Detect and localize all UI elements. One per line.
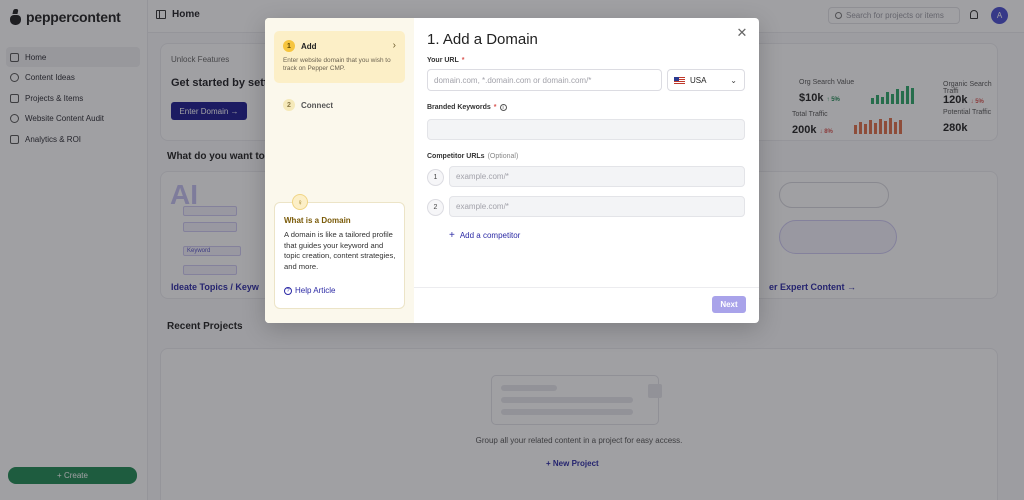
step-connect[interactable]: 2 Connect <box>274 90 405 111</box>
chevron-right-icon: › <box>392 40 396 51</box>
add-domain-modal: 1 Add › Enter website domain that you wi… <box>265 18 759 323</box>
add-domain-form: 1. Add a Domain ✕ Your URL * domain.com, … <box>414 18 759 323</box>
branded-keywords-label: Branded Keywords * i <box>427 104 507 111</box>
step-name: Connect <box>301 101 333 110</box>
competitor-number: 2 <box>427 199 444 216</box>
modal-title: 1. Add a Domain <box>427 31 538 48</box>
close-icon[interactable]: ✕ <box>735 25 749 40</box>
country-value: USA <box>690 75 707 85</box>
help-article-label: Help Article <box>295 286 336 295</box>
info-icon[interactable]: i <box>499 104 507 111</box>
lightbulb-icon: ♀ <box>292 194 308 210</box>
competitor-url-input[interactable]: example.com/* <box>449 166 745 187</box>
url-placeholder: domain.com, *.domain.com or domain.com/* <box>434 75 592 85</box>
competitor-url-input[interactable]: example.com/* <box>449 196 745 217</box>
info-title: What is a Domain <box>284 216 351 225</box>
add-competitor-button[interactable]: + Add a competitor <box>449 230 520 241</box>
help-circle-icon: ? <box>284 286 292 295</box>
url-input[interactable]: domain.com, *.domain.com or domain.com/* <box>427 69 662 91</box>
step-number: 2 <box>283 99 295 111</box>
step-name: Add <box>301 42 317 51</box>
step-add[interactable]: 1 Add › Enter website domain that you wi… <box>274 31 405 83</box>
help-article-link[interactable]: ? Help Article <box>284 286 335 295</box>
chevron-down-icon: ⌄ <box>730 76 737 85</box>
modal-footer-divider <box>414 287 759 288</box>
competitor-number: 1 <box>427 169 444 186</box>
us-flag-icon <box>674 76 685 84</box>
competitor-placeholder: example.com/* <box>456 172 509 181</box>
competitor-placeholder: example.com/* <box>456 202 509 211</box>
next-button[interactable]: Next <box>712 296 746 313</box>
domain-info-card: ♀ What is a Domain A domain is like a ta… <box>274 194 405 309</box>
competitor-urls-label: Competitor URLs (Optional) <box>427 153 519 160</box>
step-number: 1 <box>283 40 295 52</box>
add-competitor-label: Add a competitor <box>459 231 521 240</box>
info-body: A domain is like a tailored profile that… <box>284 230 396 271</box>
branded-keywords-input[interactable] <box>427 119 745 140</box>
stepper-panel: 1 Add › Enter website domain that you wi… <box>265 18 414 323</box>
plus-icon: + <box>449 230 455 241</box>
country-select[interactable]: USA ⌄ <box>667 69 745 91</box>
url-label: Your URL * <box>427 57 465 64</box>
step-description: Enter website domain that you wish to tr… <box>283 57 391 72</box>
